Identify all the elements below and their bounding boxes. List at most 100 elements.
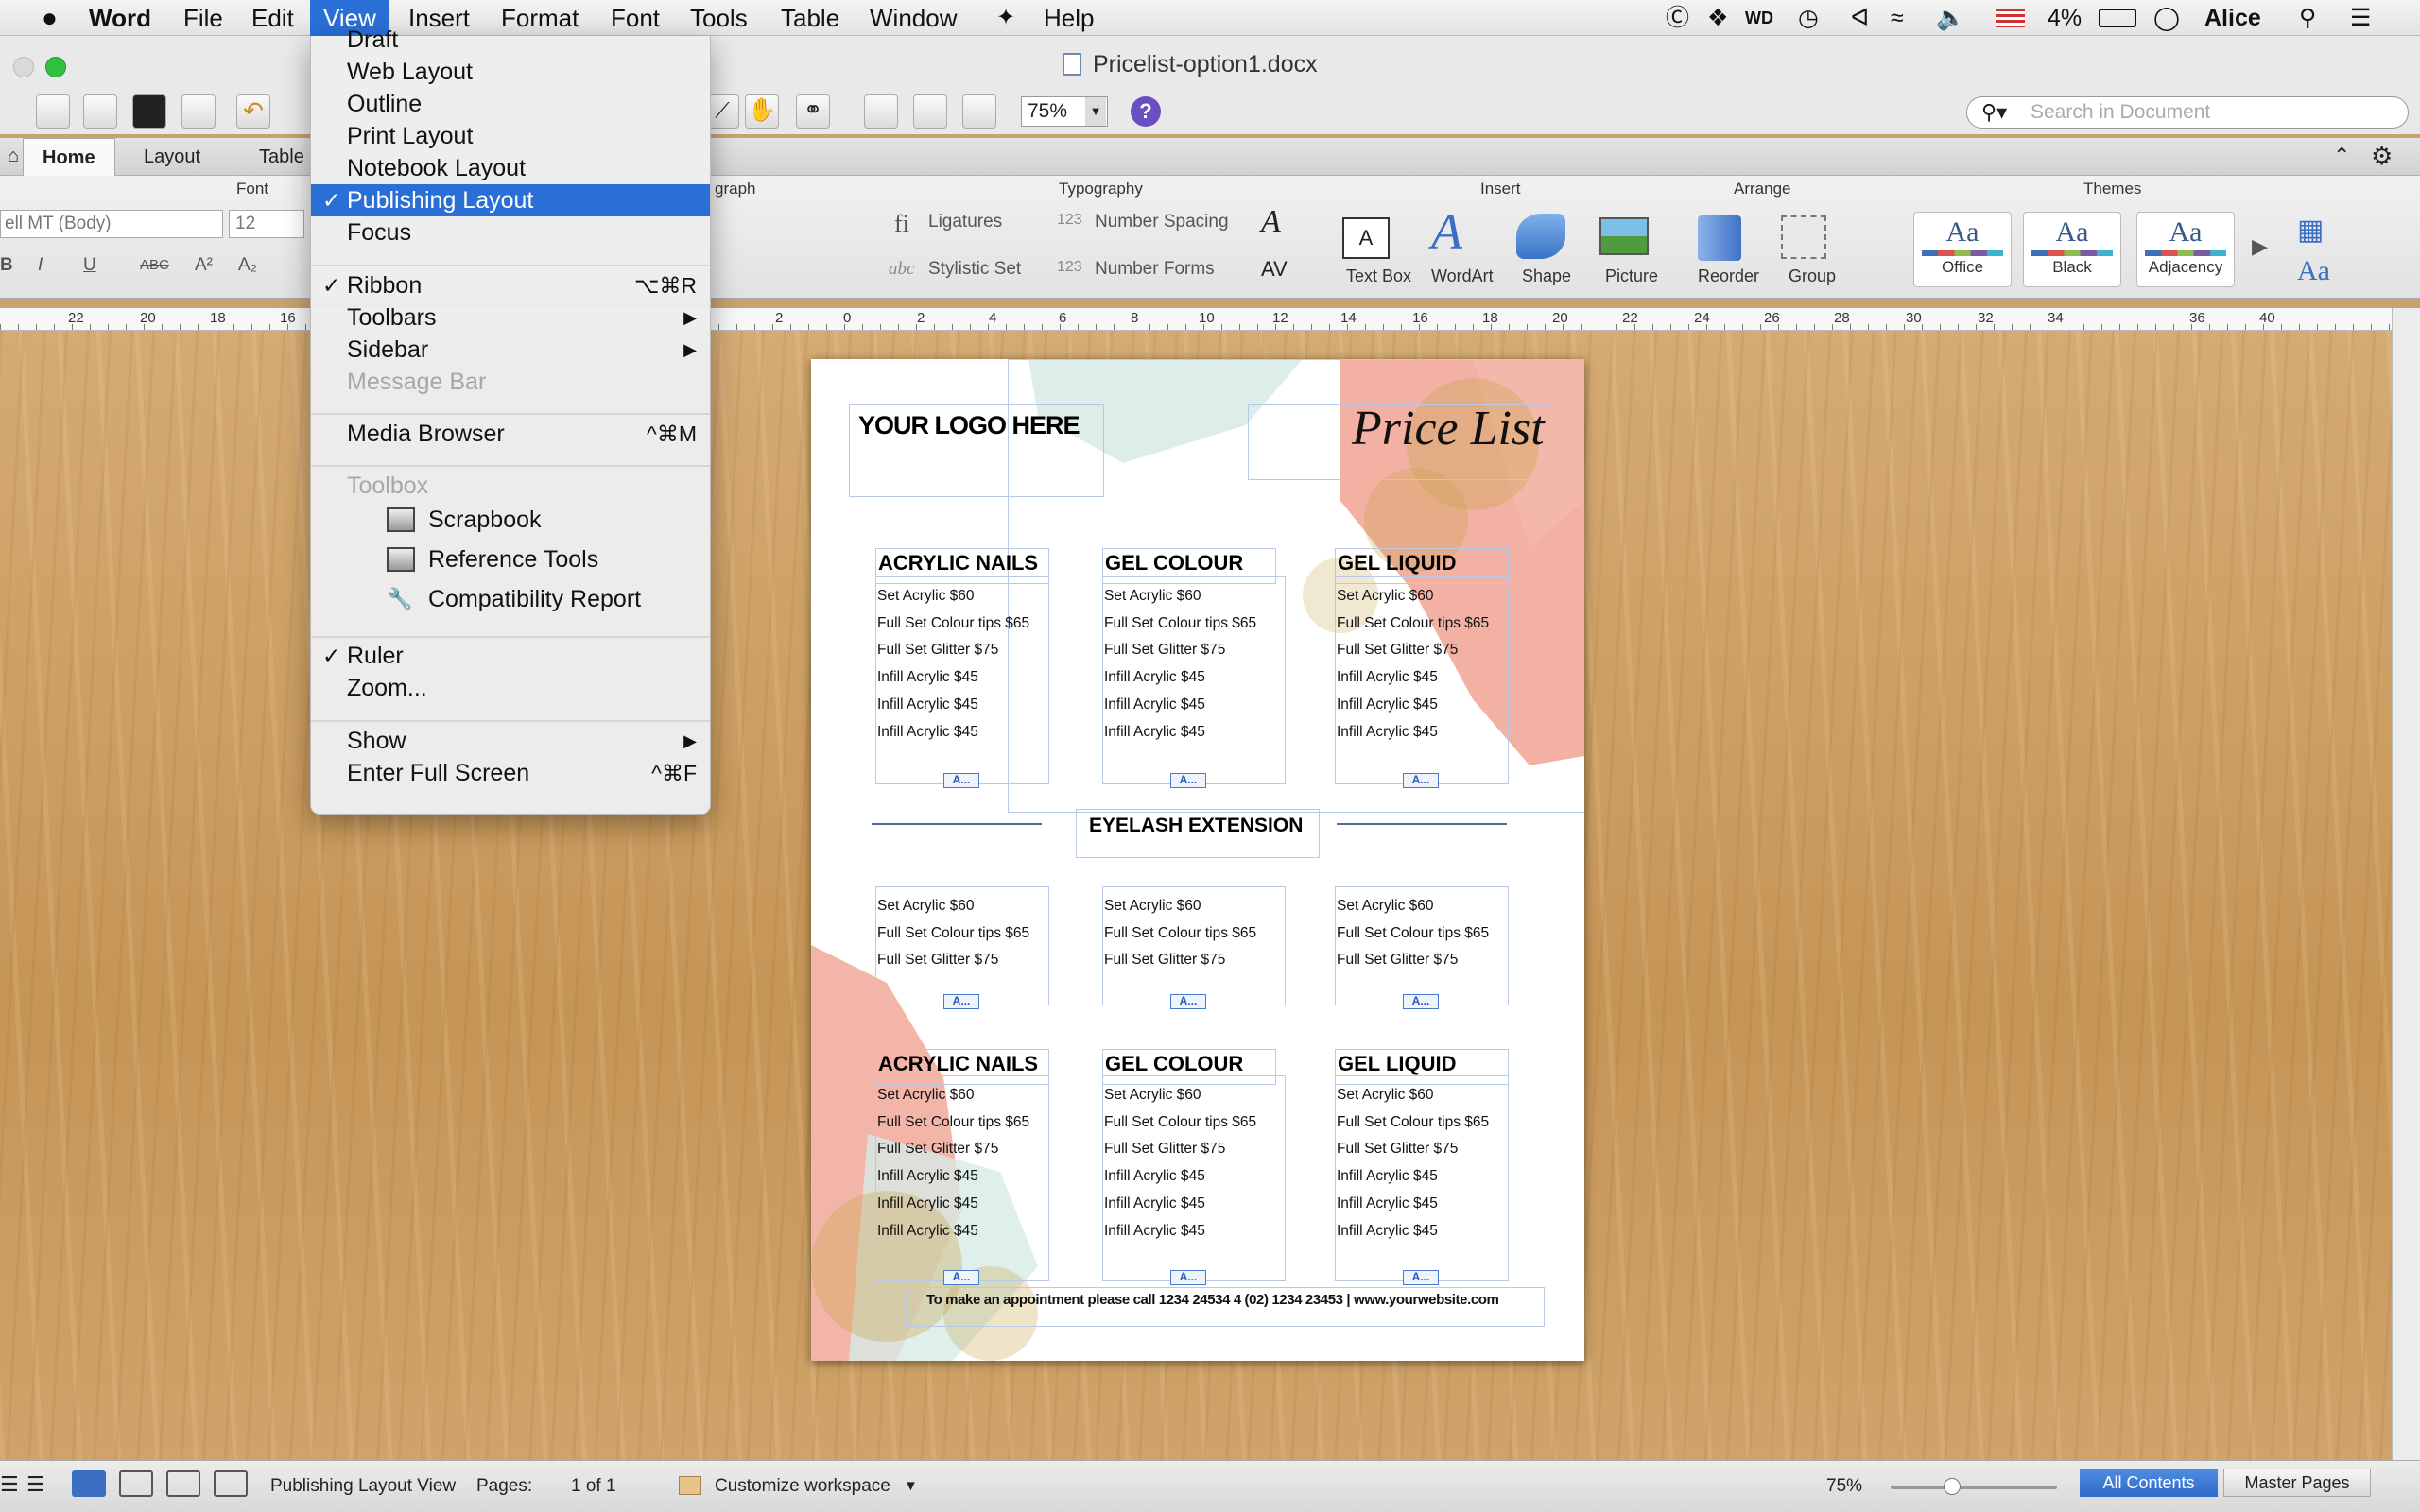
bold-icon[interactable]: B (0, 255, 13, 276)
time-machine-icon[interactable]: ◷ (1798, 0, 1819, 36)
collapse-ribbon-icon[interactable]: ⌃ (2333, 144, 2350, 168)
view-menu-item-enter-full-screen[interactable]: Enter Full Screen ^⌘F (311, 757, 710, 789)
theme-black[interactable]: Aa Black (2023, 212, 2121, 287)
number-forms-button[interactable]: Number Forms (1095, 259, 1215, 280)
gallery-icon[interactable] (36, 94, 70, 129)
view-menu-item-compatibility-report[interactable]: 🔧 Compatibility Report (311, 583, 710, 615)
text-box-link-icon[interactable]: A... (1170, 994, 1206, 1009)
text-box-link-icon[interactable]: A... (1170, 1270, 1206, 1285)
master-pages-button[interactable]: Master Pages (2223, 1469, 2371, 1497)
menu-table[interactable]: Table (768, 0, 853, 36)
view-menu-item-print-layout[interactable]: Print Layout (311, 120, 710, 152)
save-icon[interactable] (132, 94, 166, 129)
ribbon-settings-icon[interactable]: ⚙ (2371, 142, 2393, 171)
notebook-view-icon[interactable] (166, 1470, 200, 1497)
skype-icon[interactable]: Ⓒ (1666, 0, 1689, 36)
zoom-slider-thumb[interactable] (1944, 1478, 1961, 1495)
subscript-icon[interactable]: A₂ (238, 255, 257, 276)
underline-icon[interactable]: U (83, 255, 96, 276)
control-icon[interactable]: ◯ (2153, 0, 2180, 36)
zoom-dropdown-icon[interactable]: ▼ (1085, 97, 1106, 126)
wd-icon[interactable]: WD (1745, 0, 1773, 36)
menu-help[interactable]: Help (1030, 0, 1107, 36)
view-menu-item-reference-tools[interactable]: Reference Tools (311, 543, 710, 576)
zoom-window-icon[interactable] (45, 57, 66, 77)
view-menu-item-outline[interactable]: Outline (311, 88, 710, 120)
bluetooth-icon[interactable]: ᐊ (1851, 0, 1869, 36)
menu-file[interactable]: File (170, 0, 236, 36)
menu-word[interactable]: Word (76, 0, 164, 36)
reorder-icon[interactable] (1698, 215, 1741, 261)
toolbox-icon[interactable] (913, 94, 947, 129)
draft-view-icon[interactable]: ☰ (0, 1472, 19, 1497)
text-box-link-icon[interactable]: A... (943, 994, 979, 1009)
focus-view-icon[interactable] (214, 1470, 248, 1497)
script-icon[interactable]: ✦ (983, 0, 1028, 36)
themes-next-icon[interactable]: ▶ (2252, 234, 2268, 259)
battery-icon[interactable] (2099, 9, 2136, 27)
view-menu-item-web-layout[interactable]: Web Layout (311, 56, 710, 88)
character-spacing-icon[interactable]: AV (1261, 257, 1288, 282)
tab-home[interactable]: Home (23, 138, 115, 176)
text-box-label[interactable]: Text Box (1346, 266, 1411, 286)
view-menu-item-scrapbook[interactable]: Scrapbook (311, 504, 710, 536)
view-menu-item-toolbars[interactable]: Toolbars ▶ (311, 301, 710, 334)
font-name-field[interactable]: ell MT (Body) (0, 210, 223, 238)
theme-office[interactable]: Aa Office (1913, 212, 2012, 287)
document-page[interactable]: YOUR LOGO HERE Price List ACRYLIC NAILS S… (811, 359, 1584, 1361)
italic-icon[interactable]: I (38, 255, 43, 276)
reorder-label[interactable]: Reorder (1698, 266, 1759, 286)
group-icon[interactable] (1781, 215, 1826, 259)
print-icon[interactable] (182, 94, 216, 129)
view-menu-item-sidebar[interactable]: Sidebar ▶ (311, 334, 710, 366)
close-window-icon[interactable] (13, 57, 34, 77)
wordart-label[interactable]: WordArt (1431, 266, 1494, 286)
search-icon[interactable]: ⚲▾ (1981, 96, 2007, 129)
view-menu-item-media-browser[interactable]: Media Browser ^⌘M (311, 418, 710, 450)
view-menu-item-show[interactable]: Show ▶ (311, 725, 710, 757)
text-box-link-icon[interactable]: A... (1170, 773, 1206, 788)
number-spacing-button[interactable]: Number Spacing (1095, 212, 1229, 232)
print-view-icon[interactable] (119, 1470, 153, 1497)
theme-fonts-icon[interactable]: Aa (2297, 255, 2330, 287)
wifi-icon[interactable]: ≈ (1891, 0, 1904, 36)
view-menu-item-ruler[interactable]: ✓ Ruler (311, 640, 710, 672)
font-size-field[interactable]: 12 (229, 210, 304, 238)
text-box-link-icon[interactable]: A... (1403, 773, 1439, 788)
text-box-link-icon[interactable]: A... (943, 1270, 979, 1285)
notification-center-icon[interactable]: ☰ (2350, 0, 2371, 36)
picture-label[interactable]: Picture (1605, 266, 1658, 286)
vertical-scrollbar[interactable] (2392, 308, 2420, 1460)
workspace-dropdown-icon[interactable]: ▼ (904, 1478, 918, 1494)
strikethrough-icon[interactable]: ABC (140, 257, 169, 273)
text-box-link-icon[interactable]: A... (1403, 994, 1439, 1009)
input-source-flag-icon[interactable] (1996, 9, 2025, 27)
media-browser-icon[interactable] (962, 94, 996, 129)
wordart-icon[interactable]: A (1431, 202, 1462, 261)
view-menu-item-ribbon[interactable]: ✓ Ribbon ⌥⌘R (311, 269, 710, 301)
ligatures-button[interactable]: Ligatures (928, 212, 1002, 232)
view-menu-item-notebook-layout[interactable]: Notebook Layout (311, 152, 710, 184)
zoom-tool-icon[interactable]: ⚭ (796, 94, 830, 129)
spotlight-search-icon[interactable]: ⚲ (2299, 0, 2316, 36)
user-name[interactable]: Alice (2204, 0, 2261, 36)
apple-icon[interactable]: ● (28, 0, 71, 36)
text-box-icon[interactable]: A (1342, 217, 1390, 259)
customize-workspace[interactable]: Customize workspace (715, 1476, 890, 1497)
superscript-icon[interactable]: A² (195, 255, 213, 276)
help-icon[interactable]: ? (1131, 96, 1161, 127)
undo-icon[interactable]: ↶ (236, 94, 270, 129)
tab-layout[interactable]: Layout (125, 138, 219, 176)
stylistic-set-button[interactable]: Stylistic Set (928, 259, 1021, 280)
workspace-swatch-icon[interactable] (679, 1476, 701, 1495)
hand-tool-icon[interactable]: ✋ (745, 94, 779, 129)
menu-window[interactable]: Window (856, 0, 970, 36)
group-label[interactable]: Group (1789, 266, 1836, 286)
theme-colors-icon[interactable]: ▦ (2297, 214, 2324, 247)
picture-icon[interactable] (1599, 217, 1649, 255)
text-box-link-icon[interactable]: A... (943, 773, 979, 788)
view-menu-item-draft[interactable]: Draft (311, 24, 710, 56)
volume-icon[interactable]: 🔈 (1936, 0, 1965, 36)
view-menu-item-zoom[interactable]: Zoom... (311, 672, 710, 704)
outline-view-icon[interactable]: ☰ (26, 1472, 45, 1497)
